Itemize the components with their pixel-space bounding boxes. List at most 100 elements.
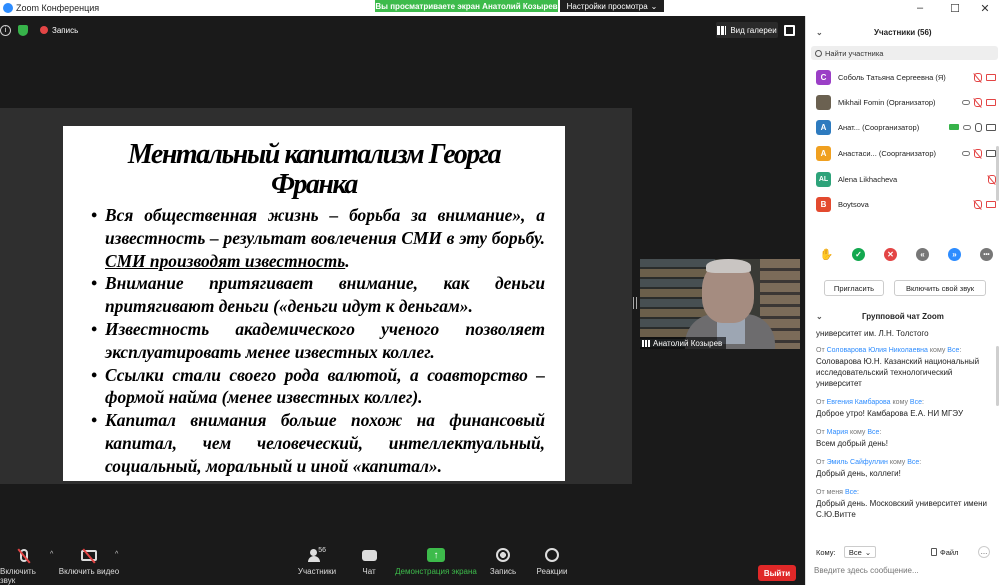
chat-message: От Евгения Камбарова кому Все: Доброе ут…	[816, 397, 994, 419]
slide-bullet: Внимание притягивает внимание, как деньг…	[91, 272, 545, 318]
gallery-view-button[interactable]: Вид галереи	[716, 22, 778, 38]
speed-up-icon[interactable]: »	[948, 248, 961, 261]
invite-button[interactable]: Пригласить	[824, 280, 884, 296]
info-icon[interactable]: i	[0, 24, 11, 36]
chat-message-text: Всем добрый день!	[816, 439, 889, 448]
slide-bullet: Вся общественная жизнь – борьба за внима…	[91, 204, 545, 272]
more-options-button[interactable]: …	[978, 546, 990, 558]
slow-down-icon[interactable]: «	[916, 248, 929, 261]
leave-button[interactable]: Выйти	[758, 565, 796, 581]
slide-title: Ментальный капитализм Георга Франка	[127, 139, 502, 200]
presentation-slide: Ментальный капитализм Георга Франка Вся …	[63, 126, 565, 481]
start-video-button[interactable]: Включить видео	[58, 547, 120, 576]
camera-icon[interactable]	[986, 123, 996, 131]
participant-row[interactable]: AL Alena Likhacheva	[816, 171, 996, 187]
participant-row[interactable]: Mikhail Fomin (Организатор)	[816, 94, 996, 110]
unmute-myself-button[interactable]: Включить свой звук	[894, 280, 986, 296]
search-placeholder: Найти участника	[825, 48, 884, 58]
camera-off-icon	[81, 547, 97, 564]
signal-icon	[642, 339, 650, 347]
reactions-button[interactable]: Реакции	[534, 547, 570, 576]
slide-bullet: Ссылки стали своего рода валютой, а соав…	[91, 364, 545, 410]
avatar	[816, 94, 831, 110]
raise-hand-icon[interactable]: ✋	[820, 248, 834, 261]
microphone-muted-icon	[17, 547, 31, 564]
close-button[interactable]: ✕	[970, 0, 1000, 16]
fullscreen-icon[interactable]	[784, 25, 795, 36]
chevron-down-icon: ⌄	[864, 547, 872, 557]
chat-message-text: Добрый день, коллеги!	[816, 469, 901, 478]
file-icon	[931, 548, 937, 556]
yes-icon[interactable]: ✓	[852, 248, 865, 261]
chevron-up-icon[interactable]: ^	[50, 551, 53, 558]
chat-message-input[interactable]	[814, 560, 996, 580]
chevron-down-icon[interactable]: ⌄	[816, 28, 823, 37]
participant-name: Анат... (Соорганизатор)	[838, 122, 920, 132]
speaker-video[interactable]: Анатолий Козырев	[640, 259, 800, 349]
shield-icon[interactable]	[18, 24, 28, 36]
participant-row[interactable]: С Соболь Татьяна Сергеевна (Я)	[816, 69, 996, 85]
sharing-banner: Вы просматриваете экран Анатолий Козырев	[375, 0, 558, 12]
participant-row[interactable]: А Анастаси... (Соорганизатор)	[816, 145, 996, 161]
chat-message-text: университет им. Л.Н. Толстого	[816, 329, 929, 338]
unmute-button[interactable]: Включить звук	[0, 547, 48, 585]
microphone-muted-icon[interactable]	[974, 72, 982, 82]
participants-scrollbar[interactable]	[996, 146, 999, 201]
view-options-button[interactable]: Настройки просмотра ⌄	[560, 0, 664, 12]
video-name: Анатолий Козырев	[653, 338, 723, 348]
microphone-muted-icon[interactable]	[988, 174, 996, 184]
avatar: B	[816, 196, 831, 212]
avatar: С	[816, 69, 831, 85]
speaker-hair	[706, 259, 751, 273]
chat-button[interactable]: Чат	[355, 547, 383, 576]
chat-message-text: Добрый день. Московский университет имен…	[816, 499, 988, 519]
chat-recipient-row: Кому: Все ⌄ Файл …	[806, 544, 1000, 560]
chat-message-list: университет им. Л.Н. Толстого От Соловар…	[816, 328, 994, 538]
minimize-button[interactable]: –	[905, 0, 935, 16]
cloud-icon	[962, 99, 970, 105]
chevron-up-icon[interactable]: ^	[115, 551, 118, 558]
microphone-icon[interactable]	[975, 122, 982, 132]
participant-row[interactable]: B Boytsova	[816, 196, 996, 212]
no-icon[interactable]: ✕	[884, 248, 897, 261]
record-button[interactable]: Запись	[486, 547, 520, 576]
start-video-label: Включить видео	[58, 567, 120, 576]
participants-button[interactable]: 56 Участники	[295, 547, 339, 577]
participants-title: Участники (56)	[874, 27, 932, 37]
avatar: AL	[816, 171, 831, 187]
microphone-muted-icon[interactable]	[974, 97, 982, 107]
chat-message-meta: От Мария кому Все:	[816, 429, 882, 436]
microphone-muted-icon[interactable]	[974, 148, 982, 158]
chat-scrollbar[interactable]	[996, 346, 999, 406]
more-icon[interactable]: •••	[980, 248, 993, 261]
resize-handle[interactable]	[633, 297, 637, 309]
maximize-button[interactable]: ☐	[940, 0, 970, 16]
camera-icon[interactable]	[986, 149, 996, 157]
chat-message: От Соловарова Юлия Николаевна кому Все: …	[816, 345, 994, 389]
participant-name: Boytsova	[838, 199, 869, 209]
participants-label: Участники	[297, 567, 337, 576]
camera-off-icon[interactable]	[986, 98, 996, 106]
avatar: А	[816, 145, 831, 161]
chat-title: Групповой чат Zoom	[862, 312, 944, 321]
participant-search[interactable]: Найти участника	[811, 46, 998, 60]
file-button[interactable]: Файл	[931, 548, 958, 557]
camera-off-icon[interactable]	[986, 200, 996, 208]
slide-bullet: Капитал внимания больше похож на финансо…	[91, 409, 545, 477]
meeting-top-bar: i Запись	[0, 16, 805, 44]
unmute-label: Включить звук	[0, 567, 36, 585]
recipient-select[interactable]: Все ⌄	[844, 546, 876, 558]
chevron-down-icon[interactable]: ⌄	[816, 312, 823, 321]
zoom-logo-icon	[3, 3, 13, 13]
participants-icon	[308, 549, 321, 562]
participant-name: Alena Likhacheva	[838, 174, 898, 184]
camera-off-icon[interactable]	[986, 73, 996, 81]
participant-row[interactable]: А Анат... (Соорганизатор)	[816, 119, 996, 135]
chat-message-meta: От Евгения Камбарова кому Все:	[816, 399, 924, 406]
share-screen-button[interactable]: ↑ Демонстрация экрана	[394, 547, 478, 576]
microphone-muted-icon[interactable]	[974, 199, 982, 209]
slide-bullet-list: Вся общественная жизнь – борьба за внима…	[83, 204, 545, 478]
chat-message-text: Соловарова Ю.Н. Казанский национальный и…	[816, 357, 980, 388]
recipient-label: Кому:	[816, 547, 836, 557]
recording-icon	[40, 26, 48, 34]
